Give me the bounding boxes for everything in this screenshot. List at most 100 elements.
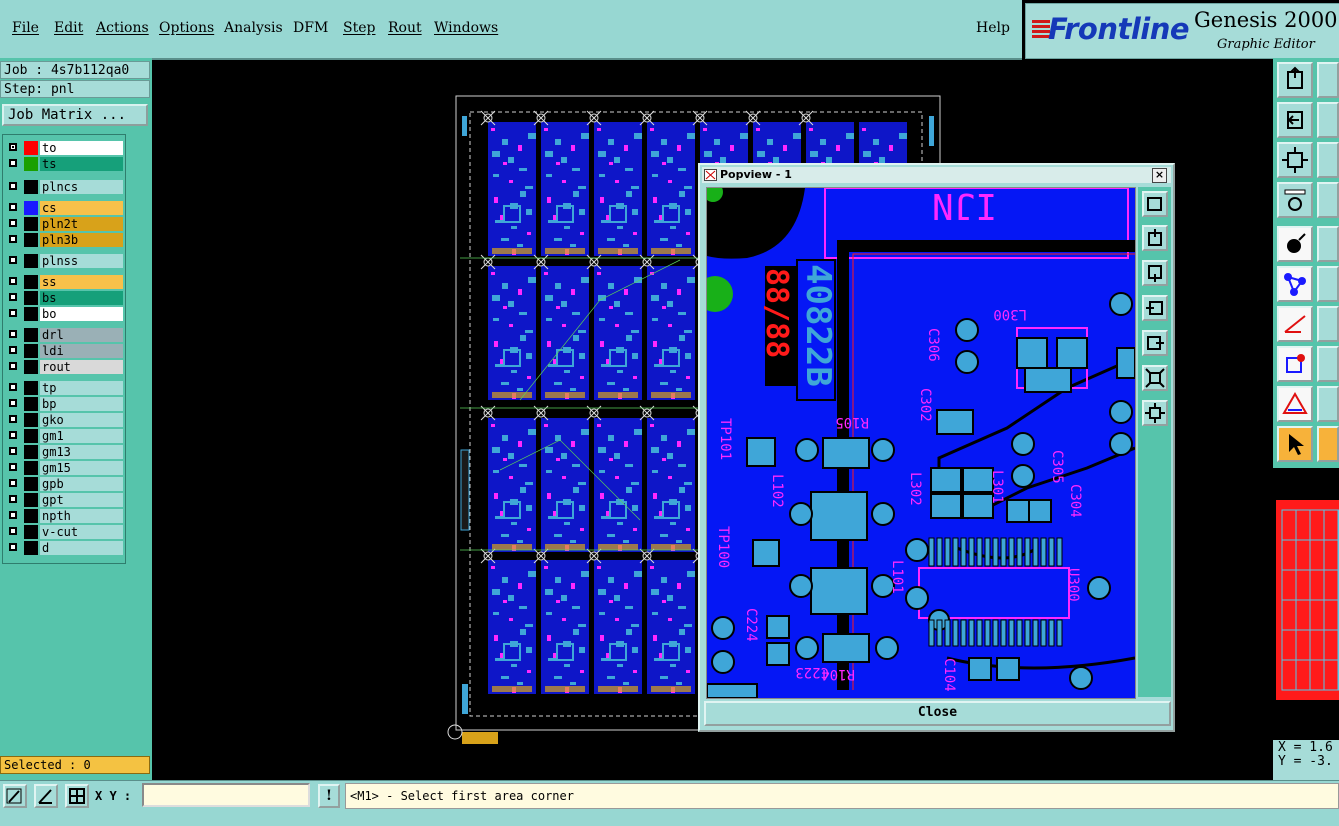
layer-checkbox[interactable] [9, 463, 17, 471]
layer-checkbox[interactable] [9, 309, 17, 317]
layer-checkbox[interactable] [9, 219, 17, 227]
net-select-button[interactable] [1277, 266, 1313, 302]
snap-button[interactable] [1277, 346, 1313, 382]
settings-button[interactable] [1277, 182, 1313, 218]
menu-help[interactable]: Help [976, 20, 1010, 36]
pointer-button[interactable] [1277, 426, 1313, 462]
layer-checkbox[interactable] [9, 511, 17, 519]
layer-name[interactable]: to [40, 141, 123, 155]
layer-color-swatch[interactable] [24, 360, 38, 374]
menu-options[interactable]: Options [159, 20, 214, 36]
layer-color-swatch[interactable] [24, 157, 38, 171]
overview-map[interactable] [1273, 468, 1339, 740]
layer-name[interactable]: bs [40, 291, 123, 305]
zoom-home-button[interactable] [1277, 62, 1313, 98]
layer-name[interactable]: npth [40, 509, 123, 523]
layer-row-ss[interactable]: ss [5, 275, 123, 289]
popview-canvas[interactable]: C306 L300 C302 R105 C305 TP101 L302 L301 C304 L10… [706, 187, 1136, 699]
layer-color-swatch[interactable] [24, 307, 38, 321]
menu-file[interactable]: File [12, 20, 39, 36]
layer-color-swatch[interactable] [24, 493, 38, 507]
layer-row-to[interactable]: to [5, 141, 123, 155]
tool-button-6[interactable] [1317, 142, 1339, 178]
alert-button[interactable]: ! [318, 784, 340, 808]
layer-name[interactable]: bp [40, 397, 123, 411]
layer-color-swatch[interactable] [24, 541, 38, 555]
tool-button-16[interactable] [1317, 346, 1339, 382]
grid-icon[interactable] [65, 784, 89, 808]
layer-name[interactable]: v-cut [40, 525, 123, 539]
layer-row-gpb[interactable]: gpb [5, 477, 123, 491]
menu-dfm[interactable]: DFM [293, 20, 328, 36]
layer-checkbox[interactable] [9, 277, 17, 285]
menu-analysis[interactable]: Analysis [224, 20, 283, 36]
layer-row-plnss[interactable]: plnss [5, 254, 123, 268]
layer-row-bp[interactable]: bp [5, 397, 123, 411]
xy-input[interactable] [142, 783, 310, 807]
layer-color-swatch[interactable] [24, 328, 38, 342]
layer-name[interactable]: gpb [40, 477, 123, 491]
layer-name[interactable]: d [40, 541, 123, 555]
popview-zoom-out-button[interactable] [1142, 365, 1168, 391]
layer-checkbox[interactable] [9, 495, 17, 503]
layer-name[interactable]: bo [40, 307, 123, 321]
layer-name[interactable]: gm15 [40, 461, 123, 475]
measure-icon[interactable] [34, 784, 58, 808]
layer-name[interactable]: pln3b [40, 233, 123, 247]
layer-color-swatch[interactable] [24, 201, 38, 215]
layer-checkbox[interactable] [9, 203, 17, 211]
popview-pan-left-button[interactable] [1142, 295, 1168, 321]
layer-row-gm15[interactable]: gm15 [5, 461, 123, 475]
tool-button-4[interactable] [1317, 102, 1339, 138]
tool-button-10[interactable] [1317, 226, 1339, 262]
pan-left-button[interactable] [1277, 102, 1313, 138]
layer-row-v-cut[interactable]: v-cut [5, 525, 123, 539]
layer-color-swatch[interactable] [24, 429, 38, 443]
layer-checkbox[interactable] [9, 527, 17, 535]
layer-color-swatch[interactable] [24, 344, 38, 358]
tool-button-8[interactable] [1317, 182, 1339, 218]
layer-color-swatch[interactable] [24, 461, 38, 475]
layer-row-plncs[interactable]: plncs [5, 180, 123, 194]
layer-row-tp[interactable]: tp [5, 381, 123, 395]
layer-checkbox[interactable] [9, 415, 17, 423]
popview-window-button[interactable] [1142, 191, 1168, 217]
layer-name[interactable]: drl [40, 328, 123, 342]
layer-row-bs[interactable]: bs [5, 291, 123, 305]
layer-checkbox[interactable] [9, 362, 17, 370]
layer-checkbox[interactable] [9, 159, 17, 167]
layer-color-swatch[interactable] [24, 180, 38, 194]
measure-button[interactable] [1277, 306, 1313, 342]
layer-name[interactable]: cs [40, 201, 123, 215]
layer-checkbox[interactable] [9, 346, 17, 354]
popview-pan-down-button[interactable] [1142, 260, 1168, 286]
layer-checkbox[interactable] [9, 447, 17, 455]
layer-color-swatch[interactable] [24, 254, 38, 268]
zoom-fit-button[interactable] [1277, 142, 1313, 178]
layer-row-ts[interactable]: ts [5, 157, 123, 171]
layer-color-swatch[interactable] [24, 413, 38, 427]
layer-name[interactable]: ss [40, 275, 123, 289]
tool-button-12[interactable] [1317, 266, 1339, 302]
layer-color-swatch[interactable] [24, 445, 38, 459]
layer-row-rout[interactable]: rout [5, 360, 123, 374]
layer-color-swatch[interactable] [24, 291, 38, 305]
layer-name[interactable]: ldi [40, 344, 123, 358]
layer-name[interactable]: pln2t [40, 217, 123, 231]
layer-checkbox[interactable] [9, 330, 17, 338]
layer-row-npth[interactable]: npth [5, 509, 123, 523]
layer-row-pln3b[interactable]: pln3b [5, 233, 123, 247]
layer-name[interactable]: gm1 [40, 429, 123, 443]
layer-row-d[interactable]: d [5, 541, 123, 555]
layer-row-drl[interactable]: drl [5, 328, 123, 342]
layer-name[interactable]: rout [40, 360, 123, 374]
layer-color-swatch[interactable] [24, 275, 38, 289]
job-matrix-button[interactable]: Job Matrix ... [2, 104, 148, 126]
layer-row-gm1[interactable]: gm1 [5, 429, 123, 443]
layer-checkbox[interactable] [9, 235, 17, 243]
layer-checkbox[interactable] [9, 383, 17, 391]
layer-name[interactable]: gm13 [40, 445, 123, 459]
layer-color-swatch[interactable] [24, 477, 38, 491]
popview-zoom-fit-button[interactable] [1142, 400, 1168, 426]
tool-button-20[interactable] [1317, 426, 1339, 462]
